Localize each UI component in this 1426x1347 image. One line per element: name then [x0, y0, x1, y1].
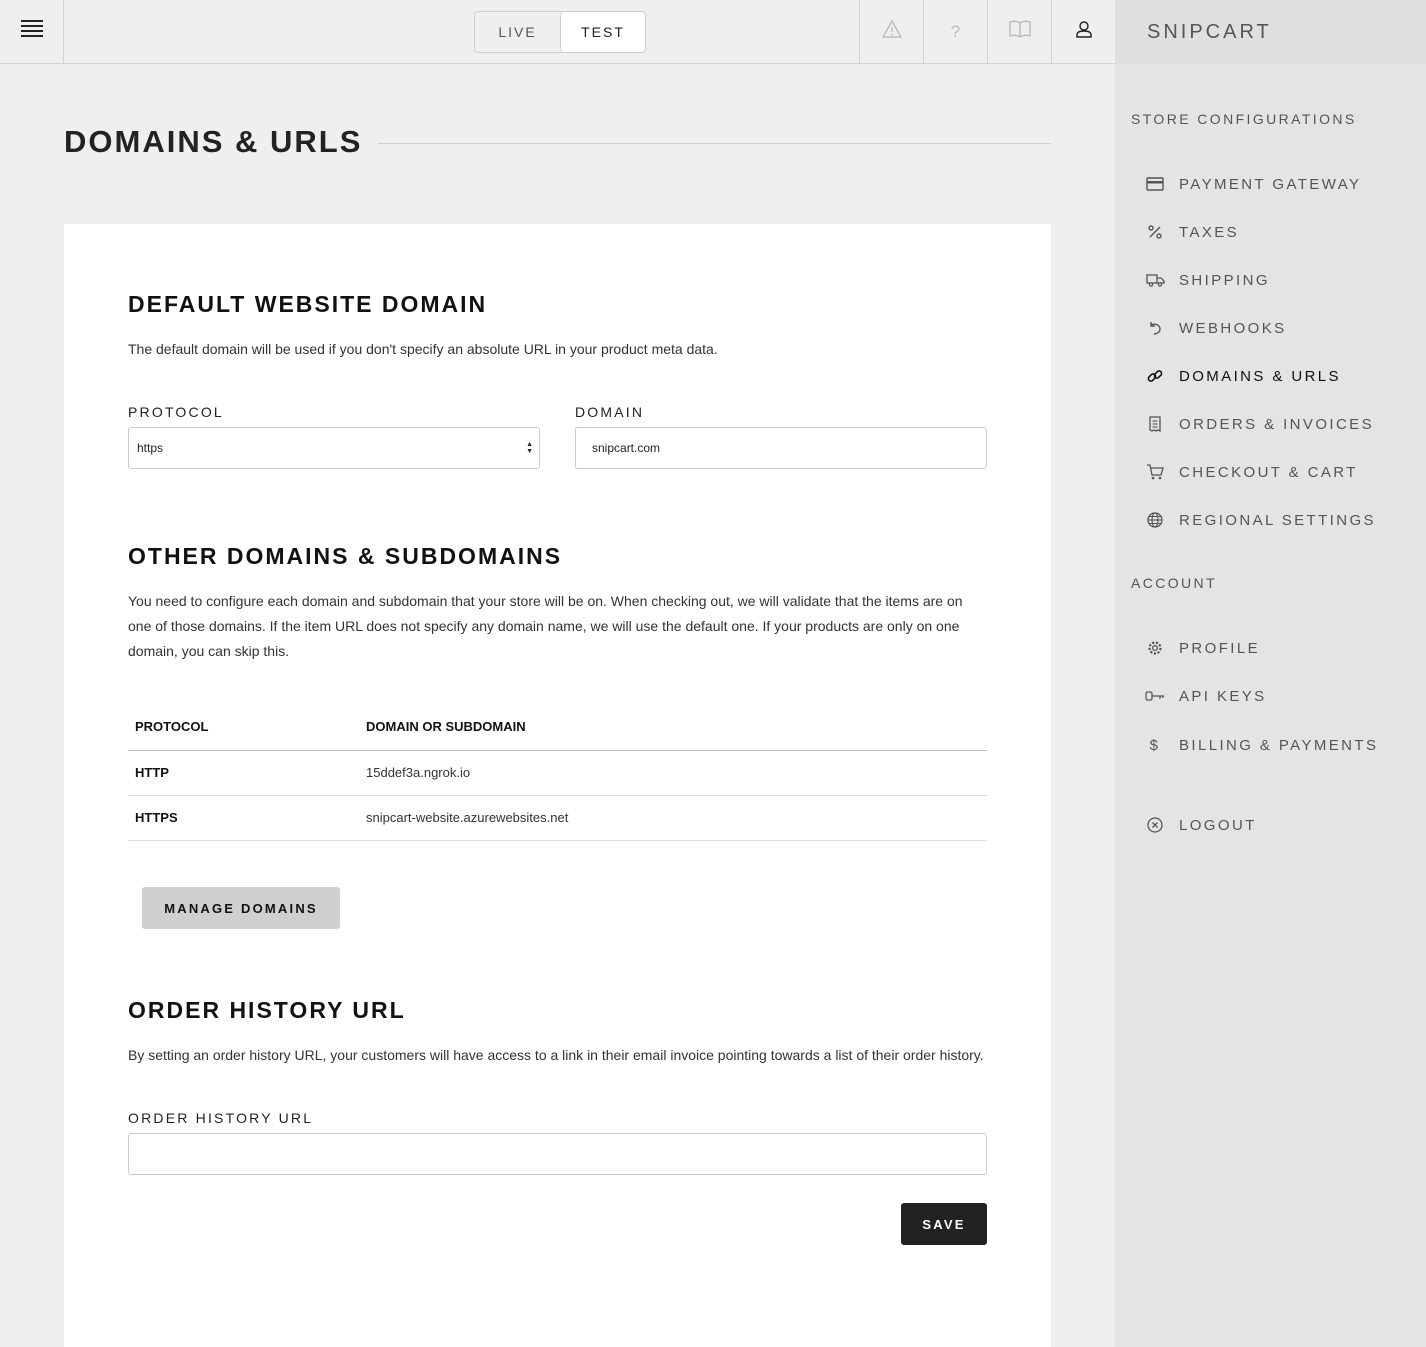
sidebar: SNIPCART STORE CONFIGURATIONS PAYMENT GA… — [1115, 0, 1426, 1347]
key-icon — [1145, 686, 1165, 706]
sidebar-item-label: TAXES — [1179, 223, 1240, 241]
domain-label: DOMAIN — [575, 404, 645, 420]
sidebar-item-label: DOMAINS & URLS — [1179, 367, 1341, 385]
cart-icon — [1145, 462, 1165, 482]
sidebar-item-checkout-cart[interactable]: CHECKOUT & CART — [1145, 460, 1358, 484]
top-bar: LIVE TEST ? — [0, 0, 1115, 64]
hamburger-menu-button[interactable] — [0, 0, 64, 63]
hamburger-menu-icon — [20, 20, 43, 43]
domain-input[interactable]: snipcart.com — [575, 427, 987, 469]
user-account-icon — [1075, 20, 1093, 43]
sidebar-item-label: PAYMENT GATEWAY — [1179, 175, 1362, 193]
sidebar-item-regional-settings[interactable]: REGIONAL SETTINGS — [1145, 508, 1376, 532]
brand-logo: SNIPCART — [1115, 0, 1426, 64]
mode-toggle: LIVE TEST — [474, 11, 646, 53]
settings-card: DEFAULT WEBSITE DOMAIN The default domai… — [64, 224, 1051, 1347]
sidebar-item-domains-urls[interactable]: DOMAINS & URLS — [1145, 364, 1341, 388]
column-header-protocol: PROTOCOL — [128, 704, 366, 751]
sidebar-item-taxes[interactable]: TAXES — [1145, 220, 1239, 244]
help-button[interactable]: ? — [923, 0, 987, 63]
sidebar-item-webhooks[interactable]: WEBHOOKS — [1145, 316, 1287, 340]
sidebar-item-shipping[interactable]: SHIPPING — [1145, 268, 1270, 292]
credit-card-icon — [1145, 174, 1165, 194]
row-domain: 15ddef3a.ngrok.io — [366, 750, 987, 796]
warning-icon — [881, 19, 902, 43]
sidebar-item-label: ORDERS & INVOICES — [1179, 415, 1374, 433]
sidebar-item-label: WEBHOOKS — [1179, 319, 1287, 337]
documentation-button[interactable] — [987, 0, 1051, 63]
store-configurations-heading: STORE CONFIGURATIONS — [1131, 111, 1357, 127]
undo-arrow-icon — [1145, 318, 1165, 338]
other-domains-heading: OTHER DOMAINS & SUBDOMAINS — [128, 543, 563, 569]
logout-label: LOGOUT — [1179, 816, 1257, 834]
table-row: HTTP 15ddef3a.ngrok.io — [128, 750, 987, 796]
row-protocol: HTTP — [128, 750, 366, 796]
sidebar-item-label: BILLING & PAYMENTS — [1179, 736, 1379, 754]
manage-domains-button[interactable]: MANAGE DOMAINS — [142, 887, 340, 929]
globe-icon — [1145, 510, 1165, 530]
protocol-select[interactable]: https ▲ ▼ — [128, 427, 540, 469]
order-history-url-label: ORDER HISTORY URL — [128, 1110, 314, 1126]
alerts-button[interactable] — [859, 0, 923, 63]
table-header-row: PROTOCOL DOMAIN OR SUBDOMAIN — [128, 704, 987, 751]
sidebar-item-api-keys[interactable]: API KEYS — [1145, 684, 1267, 708]
link-icon — [1145, 366, 1165, 386]
domain-input-value: snipcart.com — [592, 441, 661, 455]
domains-table: PROTOCOL DOMAIN OR SUBDOMAIN HTTP 15ddef… — [128, 704, 987, 841]
table-row: HTTPS snipcart-website.azurewebsites.net — [128, 795, 987, 841]
sidebar-item-orders-invoices[interactable]: ORDERS & INVOICES — [1145, 412, 1374, 436]
select-arrows-icon: ▲ ▼ — [526, 441, 533, 455]
close-circle-icon — [1145, 815, 1165, 835]
live-mode-button[interactable]: LIVE — [475, 12, 560, 52]
sidebar-item-payment-gateway[interactable]: PAYMENT GATEWAY — [1145, 172, 1361, 196]
percent-icon — [1145, 222, 1165, 242]
default-domain-heading: DEFAULT WEBSITE DOMAIN — [128, 291, 488, 317]
row-domain: snipcart-website.azurewebsites.net — [366, 795, 987, 841]
gear-icon — [1145, 638, 1165, 658]
sidebar-item-profile[interactable]: PROFILE — [1145, 636, 1260, 660]
other-domains-description: You need to configure each domain and su… — [128, 593, 963, 659]
row-protocol: HTTPS — [128, 795, 366, 841]
sidebar-item-billing-payments[interactable]: $ BILLING & PAYMENTS — [1145, 733, 1378, 757]
sidebar-item-label: API KEYS — [1179, 687, 1267, 705]
sidebar-item-label: PROFILE — [1179, 639, 1260, 657]
sidebar-item-label: CHECKOUT & CART — [1179, 463, 1358, 481]
logout-button[interactable]: LOGOUT — [1145, 813, 1257, 837]
receipt-icon — [1145, 414, 1165, 434]
column-header-domain: DOMAIN OR SUBDOMAIN — [366, 704, 987, 751]
protocol-label: PROTOCOL — [128, 404, 224, 420]
order-history-description: By setting an order history URL, your cu… — [128, 1047, 984, 1063]
docs-book-icon — [1008, 20, 1032, 43]
title-divider — [378, 143, 1051, 144]
default-domain-description: The default domain will be used if you d… — [128, 341, 718, 357]
order-history-heading: ORDER HISTORY URL — [128, 997, 406, 1023]
sidebar-item-label: SHIPPING — [1179, 271, 1270, 289]
save-button[interactable]: SAVE — [901, 1203, 987, 1245]
user-account-button[interactable] — [1051, 0, 1115, 63]
order-history-url-input[interactable] — [128, 1133, 987, 1175]
protocol-select-value: https — [137, 441, 164, 455]
dollar-icon: $ — [1149, 736, 1161, 754]
help-icon: ? — [950, 21, 961, 41]
test-mode-button[interactable]: TEST — [560, 12, 645, 52]
account-heading: ACCOUNT — [1131, 575, 1218, 591]
truck-icon — [1145, 270, 1165, 290]
sidebar-item-label: REGIONAL SETTINGS — [1179, 511, 1376, 529]
page-title: DOMAINS & URLS — [64, 124, 363, 159]
